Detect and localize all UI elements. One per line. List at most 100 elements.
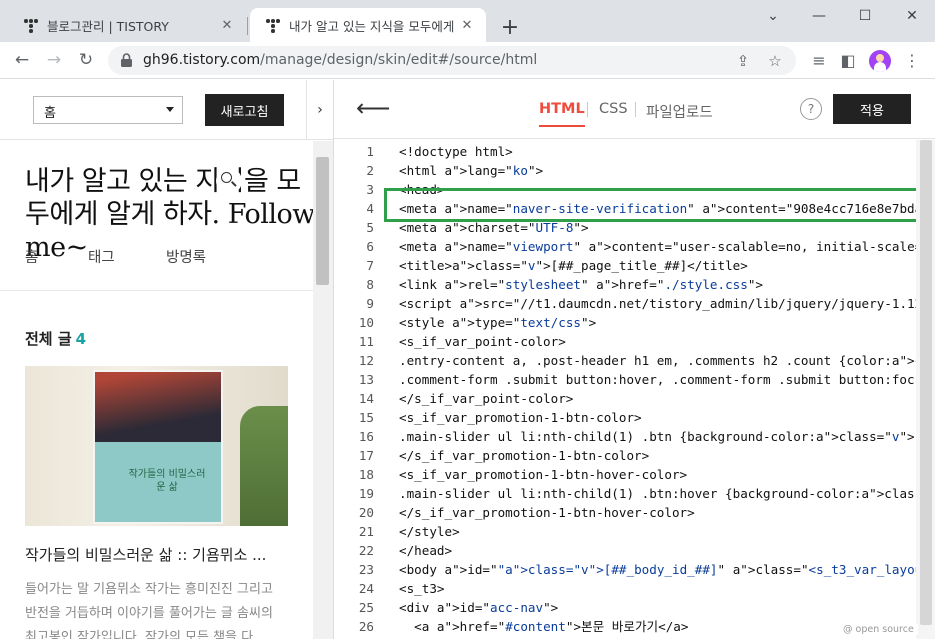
- code-line[interactable]: <s_t3>: [399, 579, 445, 598]
- search-icon[interactable]: [216, 168, 242, 194]
- line-number: 9: [366, 296, 374, 311]
- tistory-favicon-icon: [264, 17, 280, 33]
- lock-icon: [121, 53, 132, 67]
- code-line[interactable]: .comment-form .submit button:hover, .com…: [399, 370, 915, 389]
- highlight-box: [384, 188, 916, 222]
- tab-file-upload[interactable]: 파일업로드: [646, 101, 713, 122]
- editor-scrollbar[interactable]: [916, 140, 935, 639]
- code-line[interactable]: <title>a">class="v">[##_page_title_##]</…: [399, 256, 748, 275]
- line-number: 1: [366, 144, 374, 159]
- tistory-favicon-icon: [22, 17, 38, 33]
- apply-button[interactable]: 적용: [833, 94, 911, 124]
- line-number: 4: [366, 201, 374, 216]
- code-line[interactable]: <script a">src="//t1.daumcdn.net/tistory…: [399, 294, 916, 313]
- skin-preview-pane: 홈 새로고침 › 내가 알고 있는 지식을 모두에게 알게 하자. Follow…: [0, 80, 333, 639]
- tab-blog-skin-edit[interactable]: 내가 알고 있는 지식을 모두에게 ✕: [250, 8, 486, 42]
- post-thumbnail[interactable]: 작가들의 비밀스러운 삶: [25, 366, 288, 526]
- category-count: 4: [75, 330, 87, 348]
- side-panel-icon[interactable]: ◧: [836, 48, 860, 72]
- tab-title: 내가 알고 있는 지식을 모두에게: [289, 18, 455, 34]
- line-number: 26: [358, 619, 374, 634]
- code-line[interactable]: .main-slider ul li:nth-child(1) .btn:hov…: [399, 484, 916, 503]
- profile-avatar[interactable]: [869, 50, 891, 72]
- code-line[interactable]: </s_if_var_promotion-1-btn-color>: [399, 446, 649, 465]
- line-number: 17: [358, 448, 374, 463]
- new-tab-button[interactable]: +: [497, 14, 523, 40]
- tab-html-label: HTML: [539, 101, 585, 117]
- preview-scrollbar[interactable]: [313, 141, 333, 639]
- line-number: 15: [358, 410, 374, 425]
- address-bar[interactable]: gh96.tistory.com/manage/design/skin/edit…: [108, 46, 796, 75]
- more-menu-icon[interactable]: ⋮: [900, 48, 924, 72]
- post-snippet: 들어가는 말 기욤뮈소 작가는 흥미진진 그리고 반전을 거듭하며 이야기를 풀…: [25, 582, 273, 639]
- line-number: 24: [358, 581, 374, 596]
- code-line[interactable]: <s_if_var_promotion-1-btn-color>: [399, 408, 642, 427]
- line-number: 23: [358, 562, 374, 577]
- tab-css[interactable]: CSS: [599, 101, 628, 117]
- skin-editor-pane: ⟵ HTML CSS 파일업로드 ? 적용 1 <!doctype html> 2 <…: [333, 80, 935, 639]
- maximize-button[interactable]: ☐: [842, 2, 888, 30]
- back-arrow-icon[interactable]: ←: [8, 46, 36, 74]
- tab-divider: [635, 102, 636, 117]
- close-tab-icon[interactable]: ✕: [458, 16, 476, 34]
- share-icon[interactable]: ⇪: [732, 50, 754, 72]
- code-line[interactable]: .main-slider ul li:nth-child(1) .btn {ba…: [399, 427, 916, 446]
- close-tab-icon[interactable]: ✕: [218, 16, 236, 34]
- code-line[interactable]: <body a">id=""a">class="v">[##_body_id_#…: [399, 560, 916, 579]
- line-number: 18: [358, 467, 374, 482]
- code-line[interactable]: <meta a">name="viewport" a">content="use…: [399, 237, 916, 256]
- line-number: 2: [366, 163, 374, 178]
- book-cover-title: 작가들의 비밀스러운 삶: [128, 469, 206, 493]
- minimize-button[interactable]: —: [796, 2, 842, 30]
- tab-html[interactable]: HTML: [539, 101, 585, 127]
- caret-down-icon: [166, 107, 174, 112]
- preview-page-select[interactable]: 홈: [33, 96, 183, 124]
- code-line[interactable]: <s_if_var_point-color>: [399, 332, 566, 351]
- code-line[interactable]: <s_if_var_promotion-1-btn-hover-color>: [399, 465, 687, 484]
- category-label: 전체 글: [25, 330, 72, 348]
- code-line[interactable]: <a a">href="#content">본문 바로가기</a>: [399, 617, 688, 636]
- refresh-button[interactable]: 새로고침: [205, 94, 284, 126]
- code-line[interactable]: <link a">rel="stylesheet" a">href="./sty…: [399, 275, 763, 294]
- line-number: 6: [366, 239, 374, 254]
- help-icon[interactable]: ?: [800, 98, 822, 120]
- code-editor[interactable]: 1 <!doctype html> 2 <html a">lang="ko"> 3 <he…: [334, 140, 916, 639]
- media-queue-icon[interactable]: ≡: [807, 48, 831, 72]
- code-line[interactable]: </head>: [399, 541, 452, 560]
- preview-toolbar: 홈 새로고침 ›: [0, 80, 333, 140]
- line-number: 20: [358, 505, 374, 520]
- close-window-button[interactable]: ✕: [889, 2, 935, 30]
- open-source-watermark: @ open source: [839, 624, 918, 635]
- line-number: 8: [366, 277, 374, 292]
- line-number: 3: [366, 182, 374, 197]
- line-number: 16: [358, 429, 374, 444]
- back-arrow-icon[interactable]: ⟵: [356, 96, 390, 121]
- reload-icon[interactable]: ↻: [72, 46, 100, 74]
- tab-search-chevron-icon[interactable]: ⌄: [750, 2, 796, 30]
- code-line[interactable]: <style a">type="text/css">: [399, 313, 596, 332]
- code-line[interactable]: <div a">id="acc-nav">: [399, 598, 558, 617]
- code-line[interactable]: </s_if_var_point-color>: [399, 389, 573, 408]
- code-line[interactable]: </s_if_var_promotion-1-btn-hover-color>: [399, 503, 695, 522]
- code-line[interactable]: <!doctype html>: [399, 142, 513, 161]
- code-line[interactable]: <html a">lang="ko">: [399, 161, 543, 180]
- code-line[interactable]: </style>: [399, 522, 460, 541]
- thumbnail-plant: [240, 406, 288, 526]
- collapse-preview-chevron-icon[interactable]: ›: [306, 80, 333, 140]
- code-line[interactable]: .entry-content a, .post-header h1 em, .c…: [399, 351, 916, 370]
- active-tab-underline: [539, 125, 585, 127]
- bookmark-star-icon[interactable]: ☆: [764, 50, 786, 72]
- divider: [0, 290, 313, 291]
- tab-blog-manage[interactable]: 블로그관리 | TISTORY ✕: [8, 8, 248, 42]
- book-cover-art: [95, 372, 221, 442]
- scrollbar-thumb[interactable]: [316, 157, 329, 285]
- line-number: 22: [358, 543, 374, 558]
- forward-arrow-icon[interactable]: →: [40, 46, 68, 74]
- post-title[interactable]: 작가들의 비밀스러운 삶 :: 기욤뮈소 ...: [25, 544, 266, 565]
- line-number: 5: [366, 220, 374, 235]
- line-number: 10: [358, 315, 374, 330]
- scrollbar-thumb[interactable]: [920, 140, 932, 625]
- gnb-guestbook[interactable]: 방명록: [166, 246, 206, 267]
- gnb-home[interactable]: 홈: [25, 246, 38, 267]
- gnb-tag[interactable]: 태그: [88, 246, 115, 267]
